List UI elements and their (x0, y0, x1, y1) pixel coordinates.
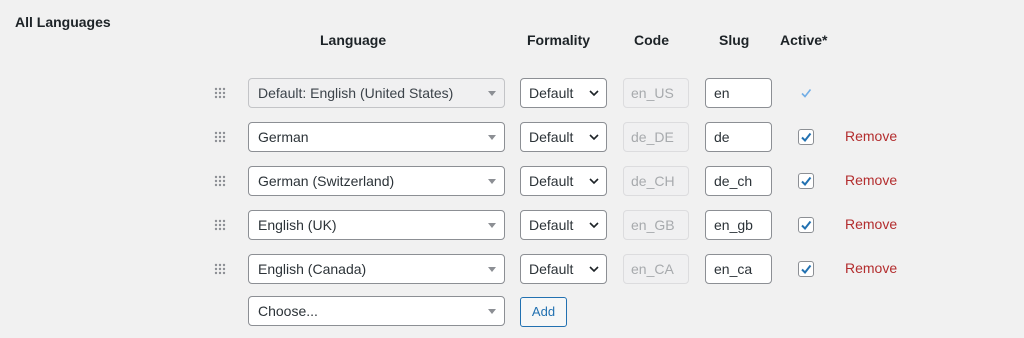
checkmark-icon (801, 264, 812, 275)
locale-code-field: de_CH (623, 166, 689, 196)
locale-code-field: en_CA (623, 254, 689, 284)
remove-link[interactable]: Remove (845, 260, 897, 276)
slug-input[interactable] (705, 78, 772, 108)
caret-down-icon (488, 223, 496, 228)
new-language-row: Choose... Add (0, 296, 1024, 327)
caret-down-icon (488, 309, 496, 314)
checkmark-icon (801, 220, 812, 231)
language-select-value: English (Canada) (258, 261, 367, 277)
slug-input[interactable] (705, 210, 772, 240)
drag-handle-icon[interactable] (214, 175, 226, 187)
formality-select-value: Default (529, 261, 574, 277)
chevron-down-icon (589, 222, 599, 229)
drag-handle-icon[interactable] (214, 87, 226, 99)
caret-down-icon (488, 179, 496, 184)
language-row: English (UK) Default en_GB Remove (0, 210, 1024, 240)
caret-down-icon (488, 135, 496, 140)
checkmark-icon (801, 176, 812, 187)
chevron-down-icon (589, 90, 599, 97)
formality-select-value: Default (529, 173, 574, 189)
formality-select-value: Default (529, 85, 574, 101)
language-row: German Default de_DE Remove (0, 122, 1024, 152)
column-header-slug: Slug (719, 32, 750, 48)
language-row-default: Default: English (United States) Default… (0, 78, 1024, 108)
slug-input[interactable] (705, 254, 772, 284)
new-language-placeholder: Choose... (258, 303, 318, 319)
drag-handle-icon[interactable] (214, 219, 226, 231)
new-language-select[interactable]: Choose... (248, 296, 505, 326)
language-row: German (Switzerland) Default de_CH Remov… (0, 166, 1024, 196)
column-header-language: Language (320, 32, 387, 48)
column-header-formality: Formality (527, 32, 591, 48)
language-select[interactable]: English (UK) (248, 210, 505, 240)
formality-select[interactable]: Default (520, 254, 607, 284)
language-select[interactable]: German (Switzerland) (248, 166, 505, 196)
chevron-down-icon (589, 266, 599, 273)
language-select-value: German (Switzerland) (258, 173, 395, 189)
chevron-down-icon (589, 134, 599, 141)
formality-select[interactable]: Default (520, 122, 607, 152)
column-header-code: Code (634, 32, 669, 48)
language-select: Default: English (United States) (248, 78, 505, 108)
column-header-active: Active* (780, 32, 828, 48)
active-checkbox[interactable] (798, 173, 814, 189)
drag-handle-icon[interactable] (214, 131, 226, 143)
active-checkbox[interactable] (798, 217, 814, 233)
language-row: English (Canada) Default en_CA Remove (0, 254, 1024, 284)
remove-link[interactable]: Remove (845, 216, 897, 232)
drag-handle-icon[interactable] (214, 263, 226, 275)
formality-select-value: Default (529, 217, 574, 233)
add-language-button[interactable]: Add (520, 297, 567, 327)
chevron-down-icon (589, 178, 599, 185)
active-checkbox[interactable] (798, 129, 814, 145)
formality-select-value: Default (529, 129, 574, 145)
slug-input[interactable] (705, 166, 772, 196)
active-checkbox[interactable] (798, 261, 814, 277)
remove-link[interactable]: Remove (845, 172, 897, 188)
remove-link[interactable]: Remove (845, 128, 897, 144)
locale-code-field: de_DE (623, 122, 689, 152)
formality-select[interactable]: Default (520, 166, 607, 196)
caret-down-icon (488, 91, 496, 96)
all-languages-title: All Languages (15, 14, 111, 30)
locale-code-field: en_US (623, 78, 689, 108)
formality-select[interactable]: Default (520, 210, 607, 240)
caret-down-icon (488, 267, 496, 272)
language-select-value: German (258, 129, 309, 145)
language-select-value: Default: English (United States) (258, 85, 454, 101)
checkmark-icon (801, 89, 812, 98)
slug-input[interactable] (705, 122, 772, 152)
language-select[interactable]: English (Canada) (248, 254, 505, 284)
language-select-value: English (UK) (258, 217, 337, 233)
checkmark-icon (801, 132, 812, 143)
formality-select[interactable]: Default (520, 78, 607, 108)
locale-code-field: en_GB (623, 210, 689, 240)
language-select[interactable]: German (248, 122, 505, 152)
